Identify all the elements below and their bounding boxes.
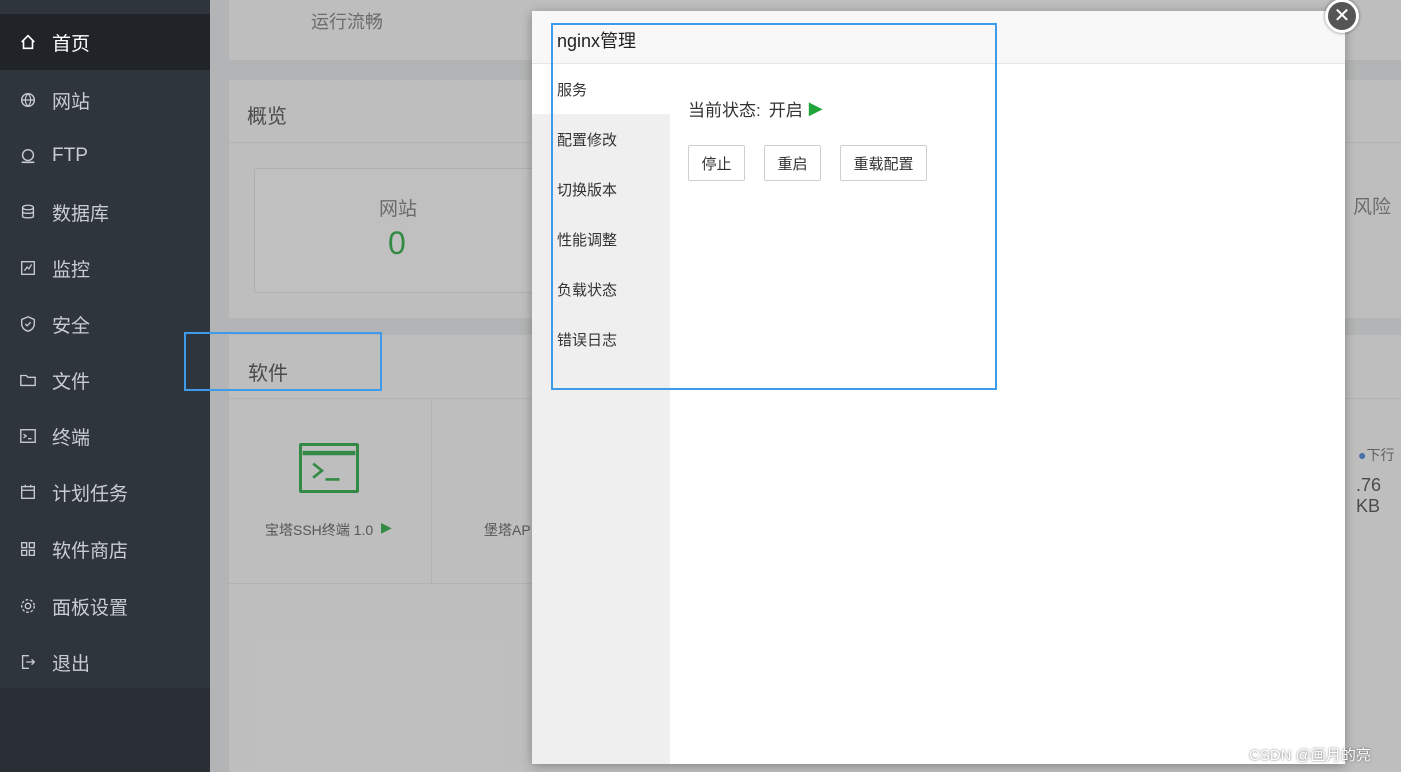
sidebar-item-files[interactable]: 文件 — [0, 352, 210, 408]
highlight-box-dialog — [551, 23, 997, 390]
sidebar-item-label: 监控 — [52, 259, 91, 281]
sidebar-item-settings[interactable]: 面板设置 — [0, 578, 210, 634]
home-icon — [18, 32, 38, 52]
database-icon — [18, 202, 38, 222]
shield-icon — [18, 314, 38, 334]
sidebar-item-label: 软件商店 — [52, 540, 129, 562]
sidebar-item-database[interactable]: 数据库 — [0, 184, 210, 240]
sidebar-item-label: 安全 — [52, 315, 91, 337]
sidebar-item-ftp[interactable]: FTP — [0, 128, 210, 184]
gear-icon — [18, 596, 38, 616]
ftp-icon — [18, 146, 38, 166]
sidebar-item-terminal[interactable]: 终端 — [0, 408, 210, 464]
sidebar-footer — [0, 688, 210, 772]
sidebar-item-label: 面板设置 — [52, 597, 129, 619]
sidebar-item-logout[interactable]: 退出 — [0, 634, 210, 690]
sidebar-item-website[interactable]: 网站 — [0, 72, 210, 128]
highlight-box-software — [184, 332, 382, 391]
sidebar-item-label: 终端 — [52, 427, 91, 449]
sidebar-item-label: 数据库 — [52, 203, 110, 225]
folder-icon — [18, 370, 38, 390]
monitor-icon — [18, 258, 38, 278]
sidebar-item-security[interactable]: 安全 — [0, 296, 210, 352]
apps-icon — [18, 539, 38, 559]
calendar-icon — [18, 482, 38, 502]
logout-icon — [18, 652, 38, 672]
sidebar: 首页 网站 FTP 数据库 监控 安全 文件 终端 计划任务 软件商店 面板设置 — [0, 0, 210, 772]
sidebar-item-label: 首页 — [52, 33, 91, 55]
terminal-icon — [18, 426, 38, 446]
sidebar-item-label: 退出 — [52, 653, 91, 675]
sidebar-item-cron[interactable]: 计划任务 — [0, 464, 210, 520]
sidebar-item-store[interactable]: 软件商店 — [0, 521, 210, 577]
globe-icon — [18, 90, 38, 110]
sidebar-item-label: 计划任务 — [52, 483, 129, 505]
sidebar-item-label: 网站 — [52, 91, 91, 113]
close-icon[interactable]: ✕ — [1325, 0, 1359, 33]
sidebar-item-label: FTP — [52, 145, 88, 166]
sidebar-item-label: 文件 — [52, 371, 91, 393]
sidebar-item-home[interactable]: 首页 — [0, 14, 210, 70]
watermark: CSDN @画月的亮 — [1249, 747, 1371, 764]
sidebar-item-monitor[interactable]: 监控 — [0, 240, 210, 296]
